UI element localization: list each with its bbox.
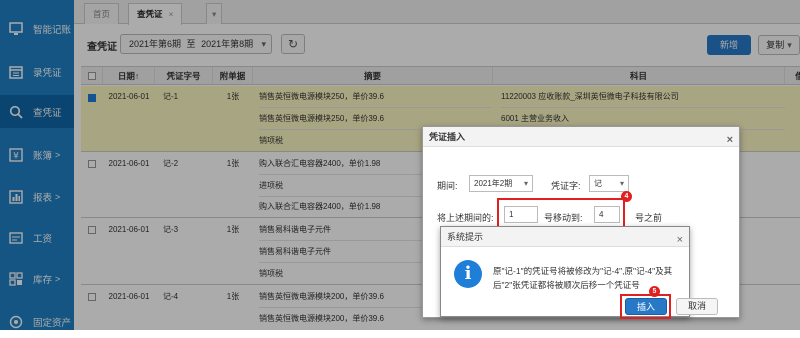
period-label: 期间: xyxy=(437,181,458,191)
alert-message-line2: 后"2"张凭证都将被顺次后移一个凭证号 xyxy=(493,280,640,290)
move-prefix-label: 将上述期间的: xyxy=(437,213,494,223)
dialog-title-text: 凭证插入 xyxy=(429,132,466,142)
move-from-input[interactable]: 1 xyxy=(504,206,538,223)
chevron-down-icon: ▾ xyxy=(523,179,528,188)
close-icon[interactable]: × xyxy=(727,130,733,150)
info-icon: i xyxy=(454,260,482,288)
insert-button-label: 插入 xyxy=(636,302,655,312)
cancel-button-label: 取消 xyxy=(687,301,706,311)
cancel-button[interactable]: 取消 xyxy=(676,298,718,315)
voucher-type-label: 凭证字: xyxy=(551,181,581,191)
voucher-type-value: 记 xyxy=(594,179,602,188)
move-to-input[interactable]: 4 xyxy=(594,206,620,223)
alert-title-text: 系统提示 xyxy=(447,232,484,242)
period-value: 2021年2期 xyxy=(474,179,513,188)
move-from-value: 1 xyxy=(509,210,514,219)
alert-title: 系统提示 × xyxy=(441,227,689,247)
move-mid-label: 号移动到: xyxy=(544,213,583,223)
step-marker-4: 4 xyxy=(621,191,632,202)
period-select[interactable]: 2021年2期 ▾ xyxy=(469,175,533,192)
close-icon[interactable]: × xyxy=(677,230,683,250)
dialog-title: 凭证插入 × xyxy=(423,127,739,147)
chevron-down-icon: ▾ xyxy=(619,179,624,188)
alert-message-line1: 原"记-1"的凭证号将被修改为"记-4",原"记-4"及其 xyxy=(493,266,673,276)
voucher-type-select[interactable]: 记 ▾ xyxy=(589,175,629,192)
insert-button[interactable]: 插入 xyxy=(625,298,667,315)
move-suffix-label: 号之前 xyxy=(635,213,663,223)
move-to-value: 4 xyxy=(599,210,604,219)
step-marker-5: 5 xyxy=(649,286,660,297)
